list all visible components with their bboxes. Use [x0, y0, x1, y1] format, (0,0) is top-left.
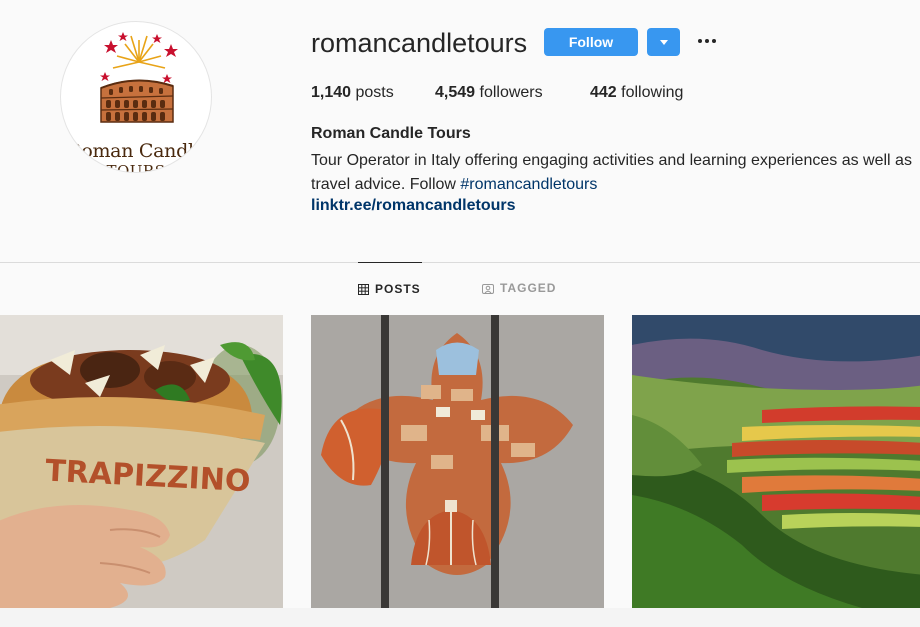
tab-posts-label: POSTS [375, 282, 421, 296]
posts-label: posts [355, 84, 394, 101]
post-tile-1[interactable]: TRAPIZZINO [0, 315, 283, 608]
logo-text-primary: Roman Candle [67, 140, 205, 162]
profile-full-name: Roman Candle Tours [311, 125, 471, 142]
bio-website-link[interactable]: linktr.ee/romancandletours [311, 197, 516, 215]
posts-count: 1,140 [311, 84, 352, 101]
trapizzino-photo: TRAPIZZINO [0, 315, 283, 608]
more-options-icon [698, 39, 716, 43]
profile-bio: Tour Operator in Italy offering engaging… [311, 149, 912, 197]
profile-avatar[interactable]: Roman Candle TOURS [60, 21, 212, 173]
followers-stat[interactable]: 4,549 followers [435, 84, 543, 102]
florence-duomo-photo [311, 315, 604, 608]
post-tile-2[interactable] [311, 315, 604, 608]
post-tile-3[interactable] [632, 315, 920, 608]
bio-line-2: travel advice. Follow #romancandletours [311, 173, 912, 197]
bio-line-2-text: travel advice. Follow [311, 176, 461, 193]
followers-label: followers [479, 84, 543, 101]
page-bottom-area [0, 608, 920, 627]
bio-line-1: Tour Operator in Italy offering engaging… [311, 152, 912, 169]
options-button[interactable] [697, 30, 717, 52]
profile-username: romancandletours [311, 28, 528, 58]
follow-button[interactable]: Follow [544, 28, 638, 56]
caret-down-icon [659, 39, 668, 45]
tab-posts[interactable]: POSTS [358, 262, 422, 315]
castelluccio-fields-photo [632, 315, 920, 608]
tab-tagged[interactable]: TAGGED [482, 262, 556, 314]
tabs-divider [0, 262, 920, 263]
following-stat[interactable]: 442 following [590, 84, 683, 102]
followers-count: 4,549 [435, 84, 476, 101]
logo-text-secondary: TOURS [106, 162, 166, 173]
bio-hashtag-link[interactable]: #romancandletours [460, 176, 597, 193]
following-count: 442 [590, 84, 617, 101]
tagged-icon [482, 283, 494, 294]
following-label: following [621, 84, 684, 101]
posts-stat: 1,140 posts [311, 84, 394, 102]
suggested-accounts-button[interactable] [647, 28, 680, 56]
grid-icon [358, 283, 369, 295]
tab-tagged-label: TAGGED [500, 281, 557, 295]
